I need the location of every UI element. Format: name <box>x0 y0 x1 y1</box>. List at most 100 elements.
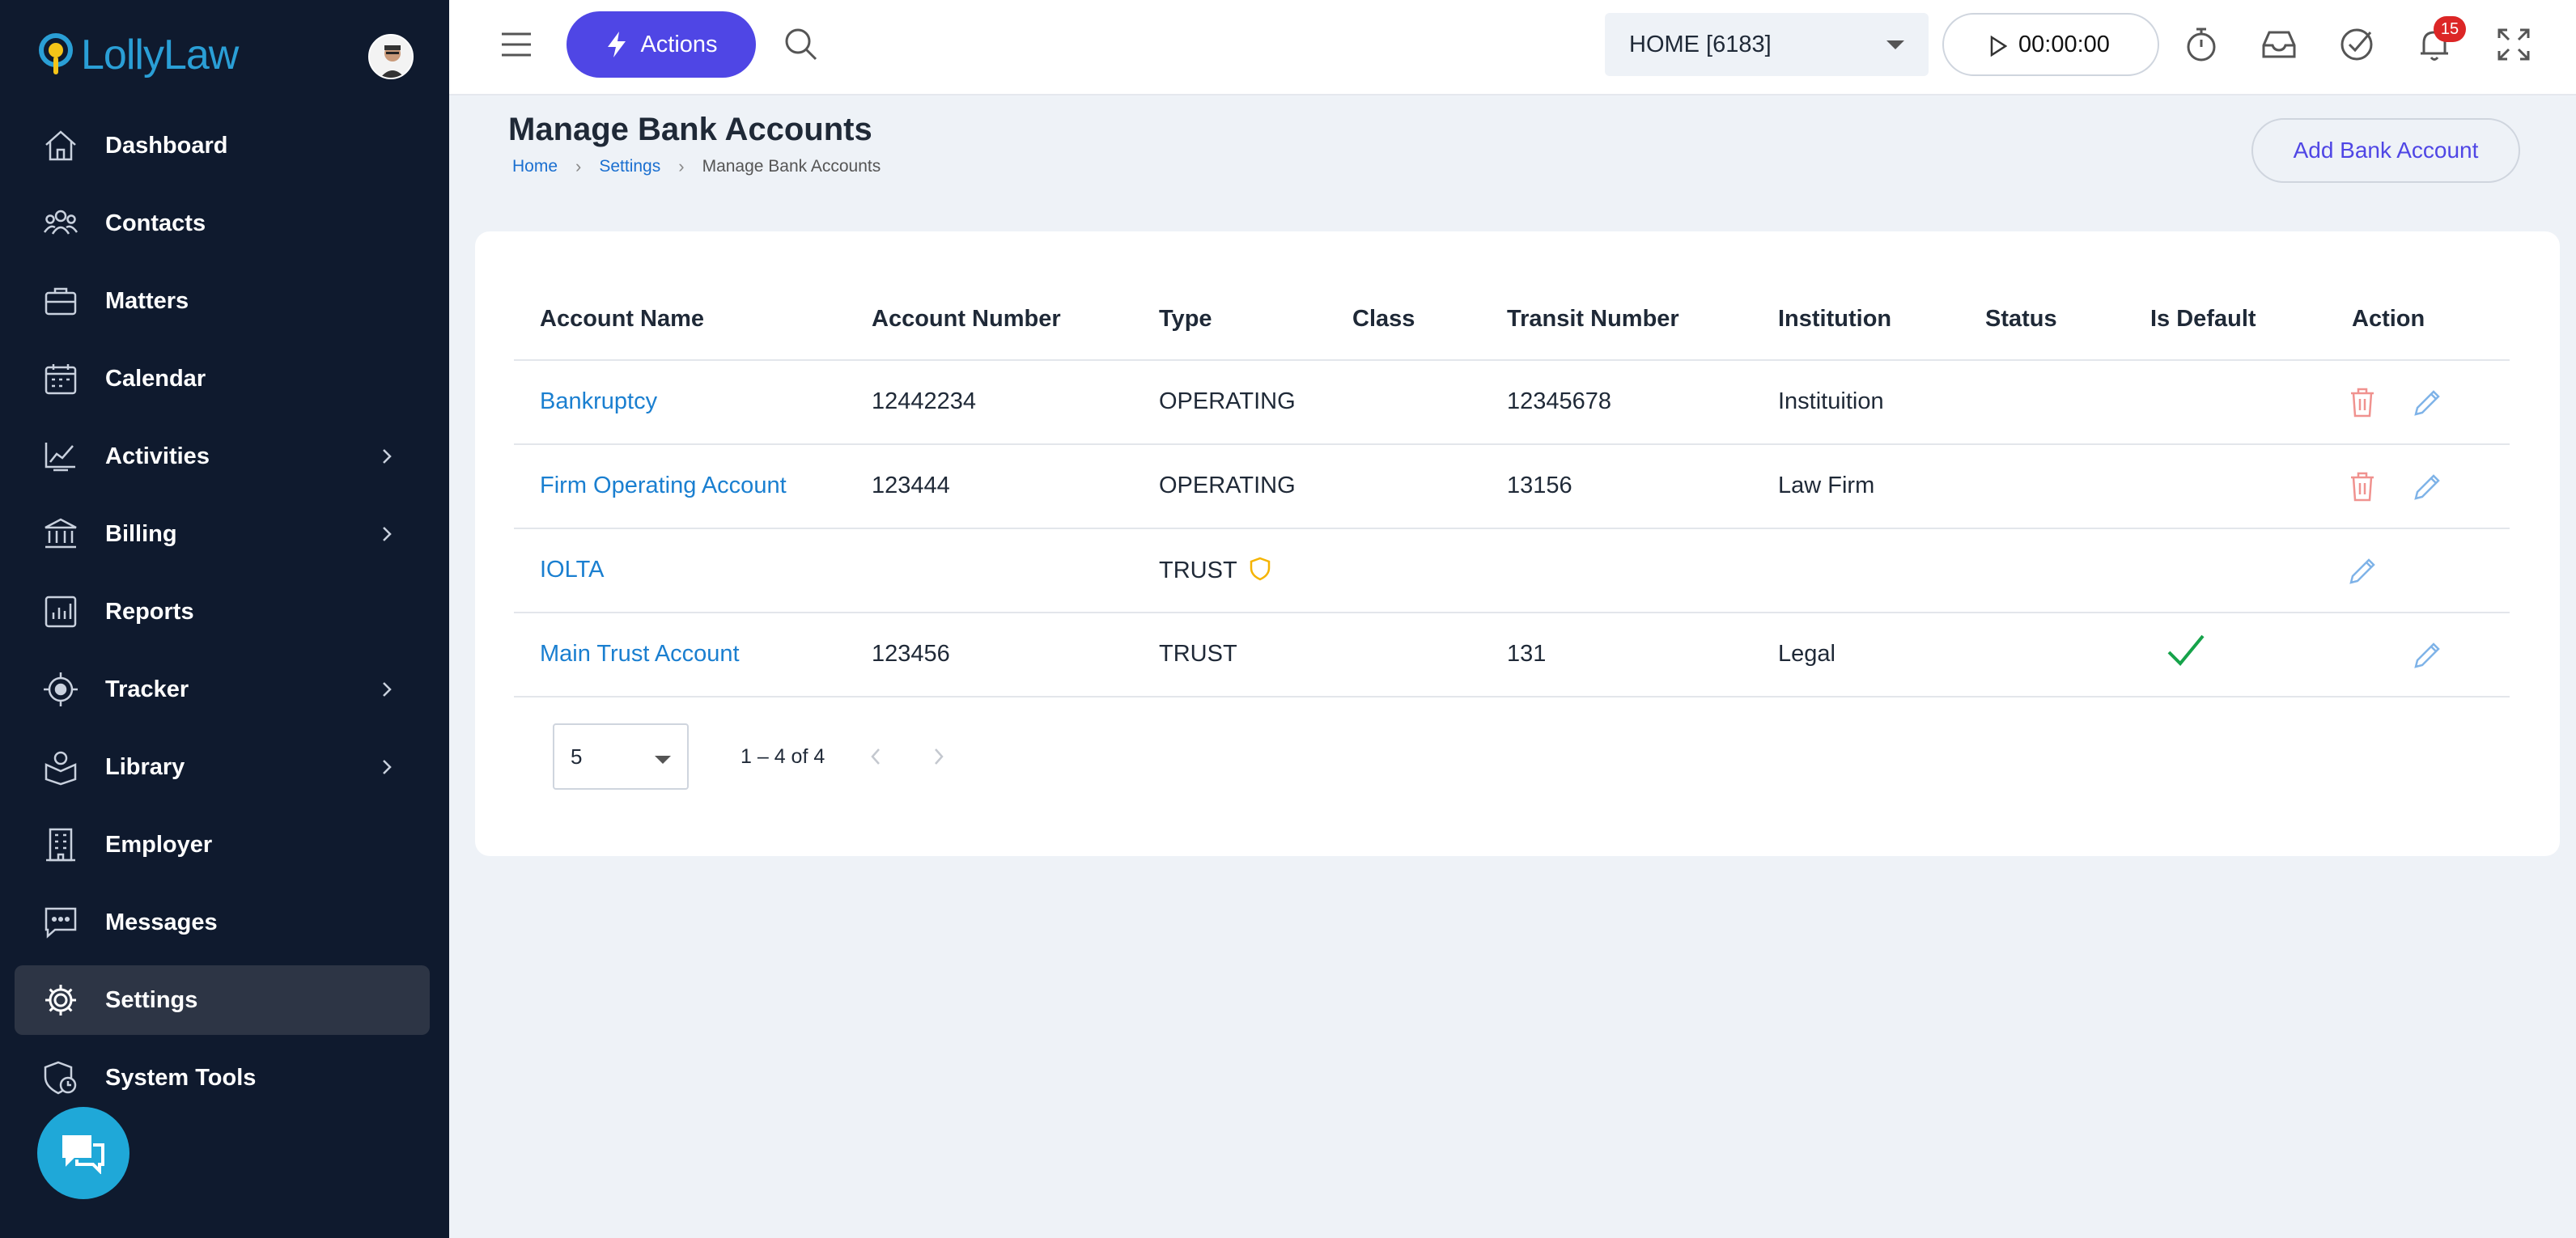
bank-accounts-table: Account Name Account Number Type Class T… <box>514 277 2510 697</box>
avatar[interactable] <box>368 34 414 79</box>
edit-icon[interactable] <box>2411 385 2443 419</box>
sidebar-item-activities[interactable]: Activities <box>15 422 430 491</box>
breadcrumb-current: Manage Bank Accounts <box>702 157 881 176</box>
table-row: Main Trust Account 123456 TRUST 131 Lega… <box>514 613 2510 697</box>
column-header[interactable]: Is Default <box>2150 306 2256 333</box>
pagination-range: 1 – 4 of 4 <box>741 744 825 768</box>
table-row: IOLTA TRUST <box>514 529 2510 613</box>
notification-badge: 15 <box>2434 16 2466 42</box>
sidebar-item-employer[interactable]: Employer <box>15 810 430 880</box>
institution: Legal <box>1778 641 1835 667</box>
account-type: OPERATING <box>1159 473 1296 498</box>
sidebar-item-label: Activities <box>105 443 210 469</box>
edit-icon[interactable] <box>2346 553 2379 587</box>
account-name-link[interactable]: Main Trust Account <box>540 641 740 668</box>
delete-icon[interactable] <box>2346 469 2379 503</box>
bank-icon <box>40 514 81 554</box>
add-bank-account-button[interactable]: Add Bank Account <box>2251 118 2520 183</box>
sidebar-item-label: Settings <box>105 986 198 1013</box>
actions-button[interactable]: Actions <box>567 11 756 78</box>
account-type: OPERATING <box>1159 388 1296 414</box>
sidebar-item-reports[interactable]: Reports <box>15 577 430 647</box>
chat-button[interactable] <box>37 1107 129 1199</box>
building-icon <box>40 825 81 865</box>
sidebar-item-matters[interactable]: Matters <box>15 266 430 336</box>
sidebar-item-system-tools[interactable]: System Tools <box>15 1043 430 1113</box>
inbox-icon[interactable] <box>2260 26 2298 63</box>
sidebar-item-label: Employer <box>105 831 213 858</box>
search-icon[interactable] <box>783 26 818 61</box>
shield-clock-icon <box>40 1058 81 1098</box>
sidebar-item-billing[interactable]: Billing <box>15 499 430 569</box>
logo-icon <box>39 33 73 74</box>
transit-number: 13156 <box>1507 473 1572 498</box>
topbar: Actions HOME [6183] 00:00:00 15 <box>449 0 2576 95</box>
table-header: Account Name Account Number Type Class T… <box>514 277 2510 361</box>
account-name-link[interactable]: IOLTA <box>540 557 605 583</box>
column-header[interactable]: Status <box>1985 306 2057 333</box>
delete-icon[interactable] <box>2346 385 2379 419</box>
shield-icon <box>1250 557 1271 581</box>
app-logo[interactable]: LollyLaw <box>36 29 239 81</box>
sidebar-item-messages[interactable]: Messages <box>15 888 430 957</box>
sidebar-item-library[interactable]: Library <box>15 732 430 802</box>
transit-number: 131 <box>1507 641 1547 667</box>
home-icon <box>40 125 81 166</box>
breadcrumb: Home › Settings › Manage Bank Accounts <box>512 156 881 177</box>
transit-number: 12345678 <box>1507 388 1612 414</box>
sidebar-item-settings[interactable]: Settings <box>15 965 430 1035</box>
column-header[interactable]: Institution <box>1778 306 1891 333</box>
stopwatch-icon[interactable] <box>2183 26 2220 63</box>
task-check-icon[interactable] <box>2338 26 2375 63</box>
page-size-value: 5 <box>571 744 583 769</box>
edit-icon[interactable] <box>2411 469 2443 503</box>
timer-value: 00:00:00 <box>2018 31 2110 57</box>
gear-icon <box>40 980 81 1020</box>
column-header[interactable]: Transit Number <box>1507 306 1679 333</box>
previous-page-button[interactable] <box>864 744 888 769</box>
sidebar-item-label: Reports <box>105 598 194 625</box>
pagination: 5 1 – 4 of 4 <box>553 723 951 790</box>
account-type: TRUST <box>1159 641 1237 667</box>
sidebar-item-dashboard[interactable]: Dashboard <box>15 111 430 180</box>
message-icon <box>40 902 81 943</box>
table-row: Firm Operating Account 123444 OPERATING … <box>514 445 2510 529</box>
chevron-right-icon <box>935 748 944 765</box>
menu-icon[interactable] <box>500 31 533 58</box>
actions-label: Actions <box>640 31 718 57</box>
sidebar-item-tracker[interactable]: Tracker <box>15 655 430 724</box>
calendar-icon <box>40 358 81 399</box>
edit-icon[interactable] <box>2411 638 2443 672</box>
workspace-select[interactable]: HOME [6183] <box>1605 13 1929 76</box>
column-header[interactable]: Account Name <box>540 306 704 333</box>
account-name-link[interactable]: Firm Operating Account <box>540 473 787 499</box>
default-check-icon <box>2167 634 2205 666</box>
page-title: Manage Bank Accounts <box>508 112 872 147</box>
library-icon <box>40 747 81 787</box>
column-header: Action <box>2352 306 2425 332</box>
column-header[interactable]: Type <box>1159 306 1212 333</box>
account-name-link[interactable]: Bankruptcy <box>540 388 657 415</box>
sidebar-item-calendar[interactable]: Calendar <box>15 344 430 413</box>
reports-icon <box>40 591 81 632</box>
breadcrumb-home[interactable]: Home <box>512 157 558 176</box>
column-header[interactable]: Class <box>1352 306 1415 333</box>
account-type-cell: TRUST <box>1159 557 1271 584</box>
target-icon <box>40 669 81 710</box>
sidebar-item-label: Calendar <box>105 365 206 392</box>
account-type: TRUST <box>1159 558 1237 583</box>
timer-button[interactable]: 00:00:00 <box>1942 13 2159 76</box>
next-page-button[interactable] <box>927 744 951 769</box>
fullscreen-icon[interactable] <box>2495 26 2532 63</box>
workspace-select-value: HOME [6183] <box>1629 31 1772 57</box>
sidebar-item-label: Messages <box>105 909 218 935</box>
breadcrumb-settings[interactable]: Settings <box>599 157 660 176</box>
sidebar-item-contacts[interactable]: Contacts <box>15 189 430 258</box>
logo-text: LollyLaw <box>81 32 239 78</box>
sidebar-item-label: Contacts <box>105 210 206 236</box>
institution: Instituition <box>1778 388 1884 414</box>
chevron-right-icon <box>383 527 392 541</box>
page-size-select[interactable]: 5 <box>553 723 689 790</box>
column-header[interactable]: Account Number <box>872 306 1061 333</box>
table-row: Bankruptcy 12442234 OPERATING 12345678 I… <box>514 361 2510 445</box>
